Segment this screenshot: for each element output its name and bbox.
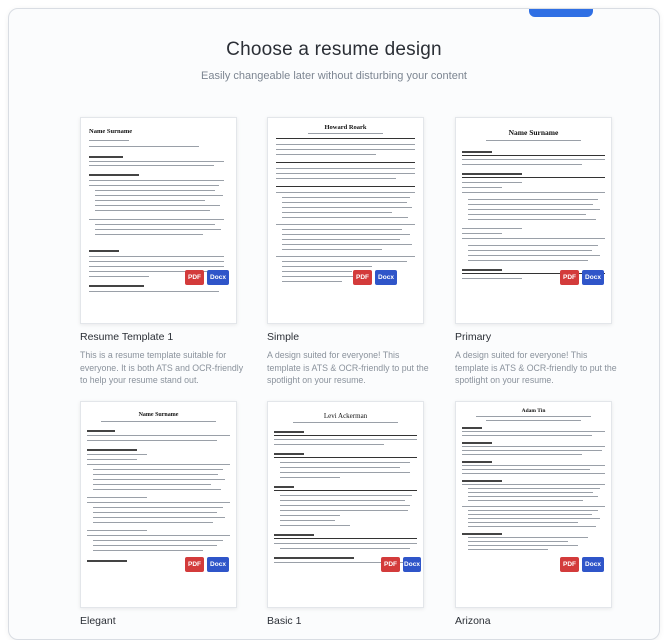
preview-name: Howard Roark bbox=[324, 124, 367, 131]
preview-name: Name Surname bbox=[138, 412, 179, 418]
template-title[interactable]: Simple bbox=[267, 331, 299, 343]
template-title[interactable]: Basic 1 bbox=[267, 615, 301, 627]
template-preview[interactable]: Name Surname PDF Docx bbox=[455, 117, 612, 324]
docx-button[interactable]: Docx bbox=[582, 270, 604, 285]
template-description: A design suited for everyone! This templ… bbox=[267, 350, 429, 385]
preview-name: Name Surname bbox=[89, 128, 133, 135]
template-chooser-panel: Choose a resume design Easily changeable… bbox=[8, 8, 660, 640]
preview-name: Levi Ackerman bbox=[323, 412, 368, 420]
template-preview[interactable]: Howard Roark PDF Docx bbox=[267, 117, 424, 324]
template-description: This is a resume template suitable for e… bbox=[80, 350, 244, 385]
template-title[interactable]: Resume Template 1 bbox=[80, 331, 173, 343]
template-title[interactable]: Elegant bbox=[80, 615, 116, 627]
template-preview[interactable]: Name Surname PDF Docx bbox=[80, 401, 237, 608]
pdf-button[interactable]: PDF bbox=[185, 557, 204, 572]
page-subtitle: Easily changeable later without disturbi… bbox=[201, 70, 467, 82]
docx-button[interactable]: Docx bbox=[403, 557, 421, 572]
pdf-button[interactable]: PDF bbox=[353, 270, 372, 285]
top-action-button[interactable] bbox=[529, 9, 593, 17]
template-title[interactable]: Arizona bbox=[455, 615, 491, 627]
template-preview[interactable]: Adam Tin PDF Docx bbox=[455, 401, 612, 608]
pdf-button[interactable]: PDF bbox=[185, 270, 204, 285]
pdf-button[interactable]: PDF bbox=[560, 270, 579, 285]
docx-button[interactable]: Docx bbox=[582, 557, 604, 572]
pdf-button[interactable]: PDF bbox=[381, 557, 400, 572]
template-preview[interactable]: Name Surname PDF Docx bbox=[80, 117, 237, 324]
docx-button[interactable]: Docx bbox=[375, 270, 397, 285]
page-title: Choose a resume design bbox=[226, 39, 442, 60]
preview-name: Adam Tin bbox=[521, 408, 546, 414]
preview-name: Name Surname bbox=[508, 128, 559, 137]
docx-button[interactable]: Docx bbox=[207, 270, 229, 285]
template-preview[interactable]: Levi Ackerman PDF Docx bbox=[267, 401, 424, 608]
template-title[interactable]: Primary bbox=[455, 331, 491, 343]
pdf-button[interactable]: PDF bbox=[560, 557, 579, 572]
template-description: A design suited for everyone! This templ… bbox=[455, 350, 617, 385]
docx-button[interactable]: Docx bbox=[207, 557, 229, 572]
